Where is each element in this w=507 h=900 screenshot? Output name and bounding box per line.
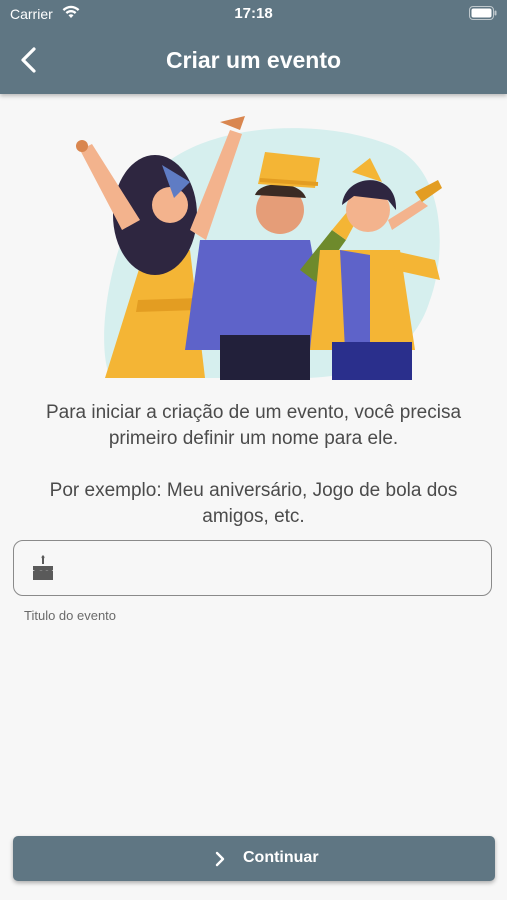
page-title: Criar um evento	[165, 47, 342, 73]
event-title-helper: Titulo do evento	[24, 608, 117, 623]
battery-icon	[469, 6, 497, 20]
app-header: Carrier 17:18 Criar um evento	[0, 0, 507, 94]
party-illustration	[76, 116, 442, 380]
intro-text: Para iniciar a criação de um evento, voc…	[45, 402, 462, 449]
event-title-input[interactable]	[68, 551, 482, 587]
event-title-field[interactable]	[13, 540, 492, 596]
continue-button[interactable]: Continuar	[13, 836, 495, 881]
cake-icon	[33, 555, 53, 580]
continue-label: Continuar	[243, 849, 319, 866]
clock: 17:18	[234, 5, 273, 22]
status-bar: Carrier 17:18	[0, 0, 507, 28]
chevron-right-icon	[215, 851, 225, 867]
example-text: Por exemplo: Meu aniversário, Jogo de bo…	[49, 480, 458, 527]
